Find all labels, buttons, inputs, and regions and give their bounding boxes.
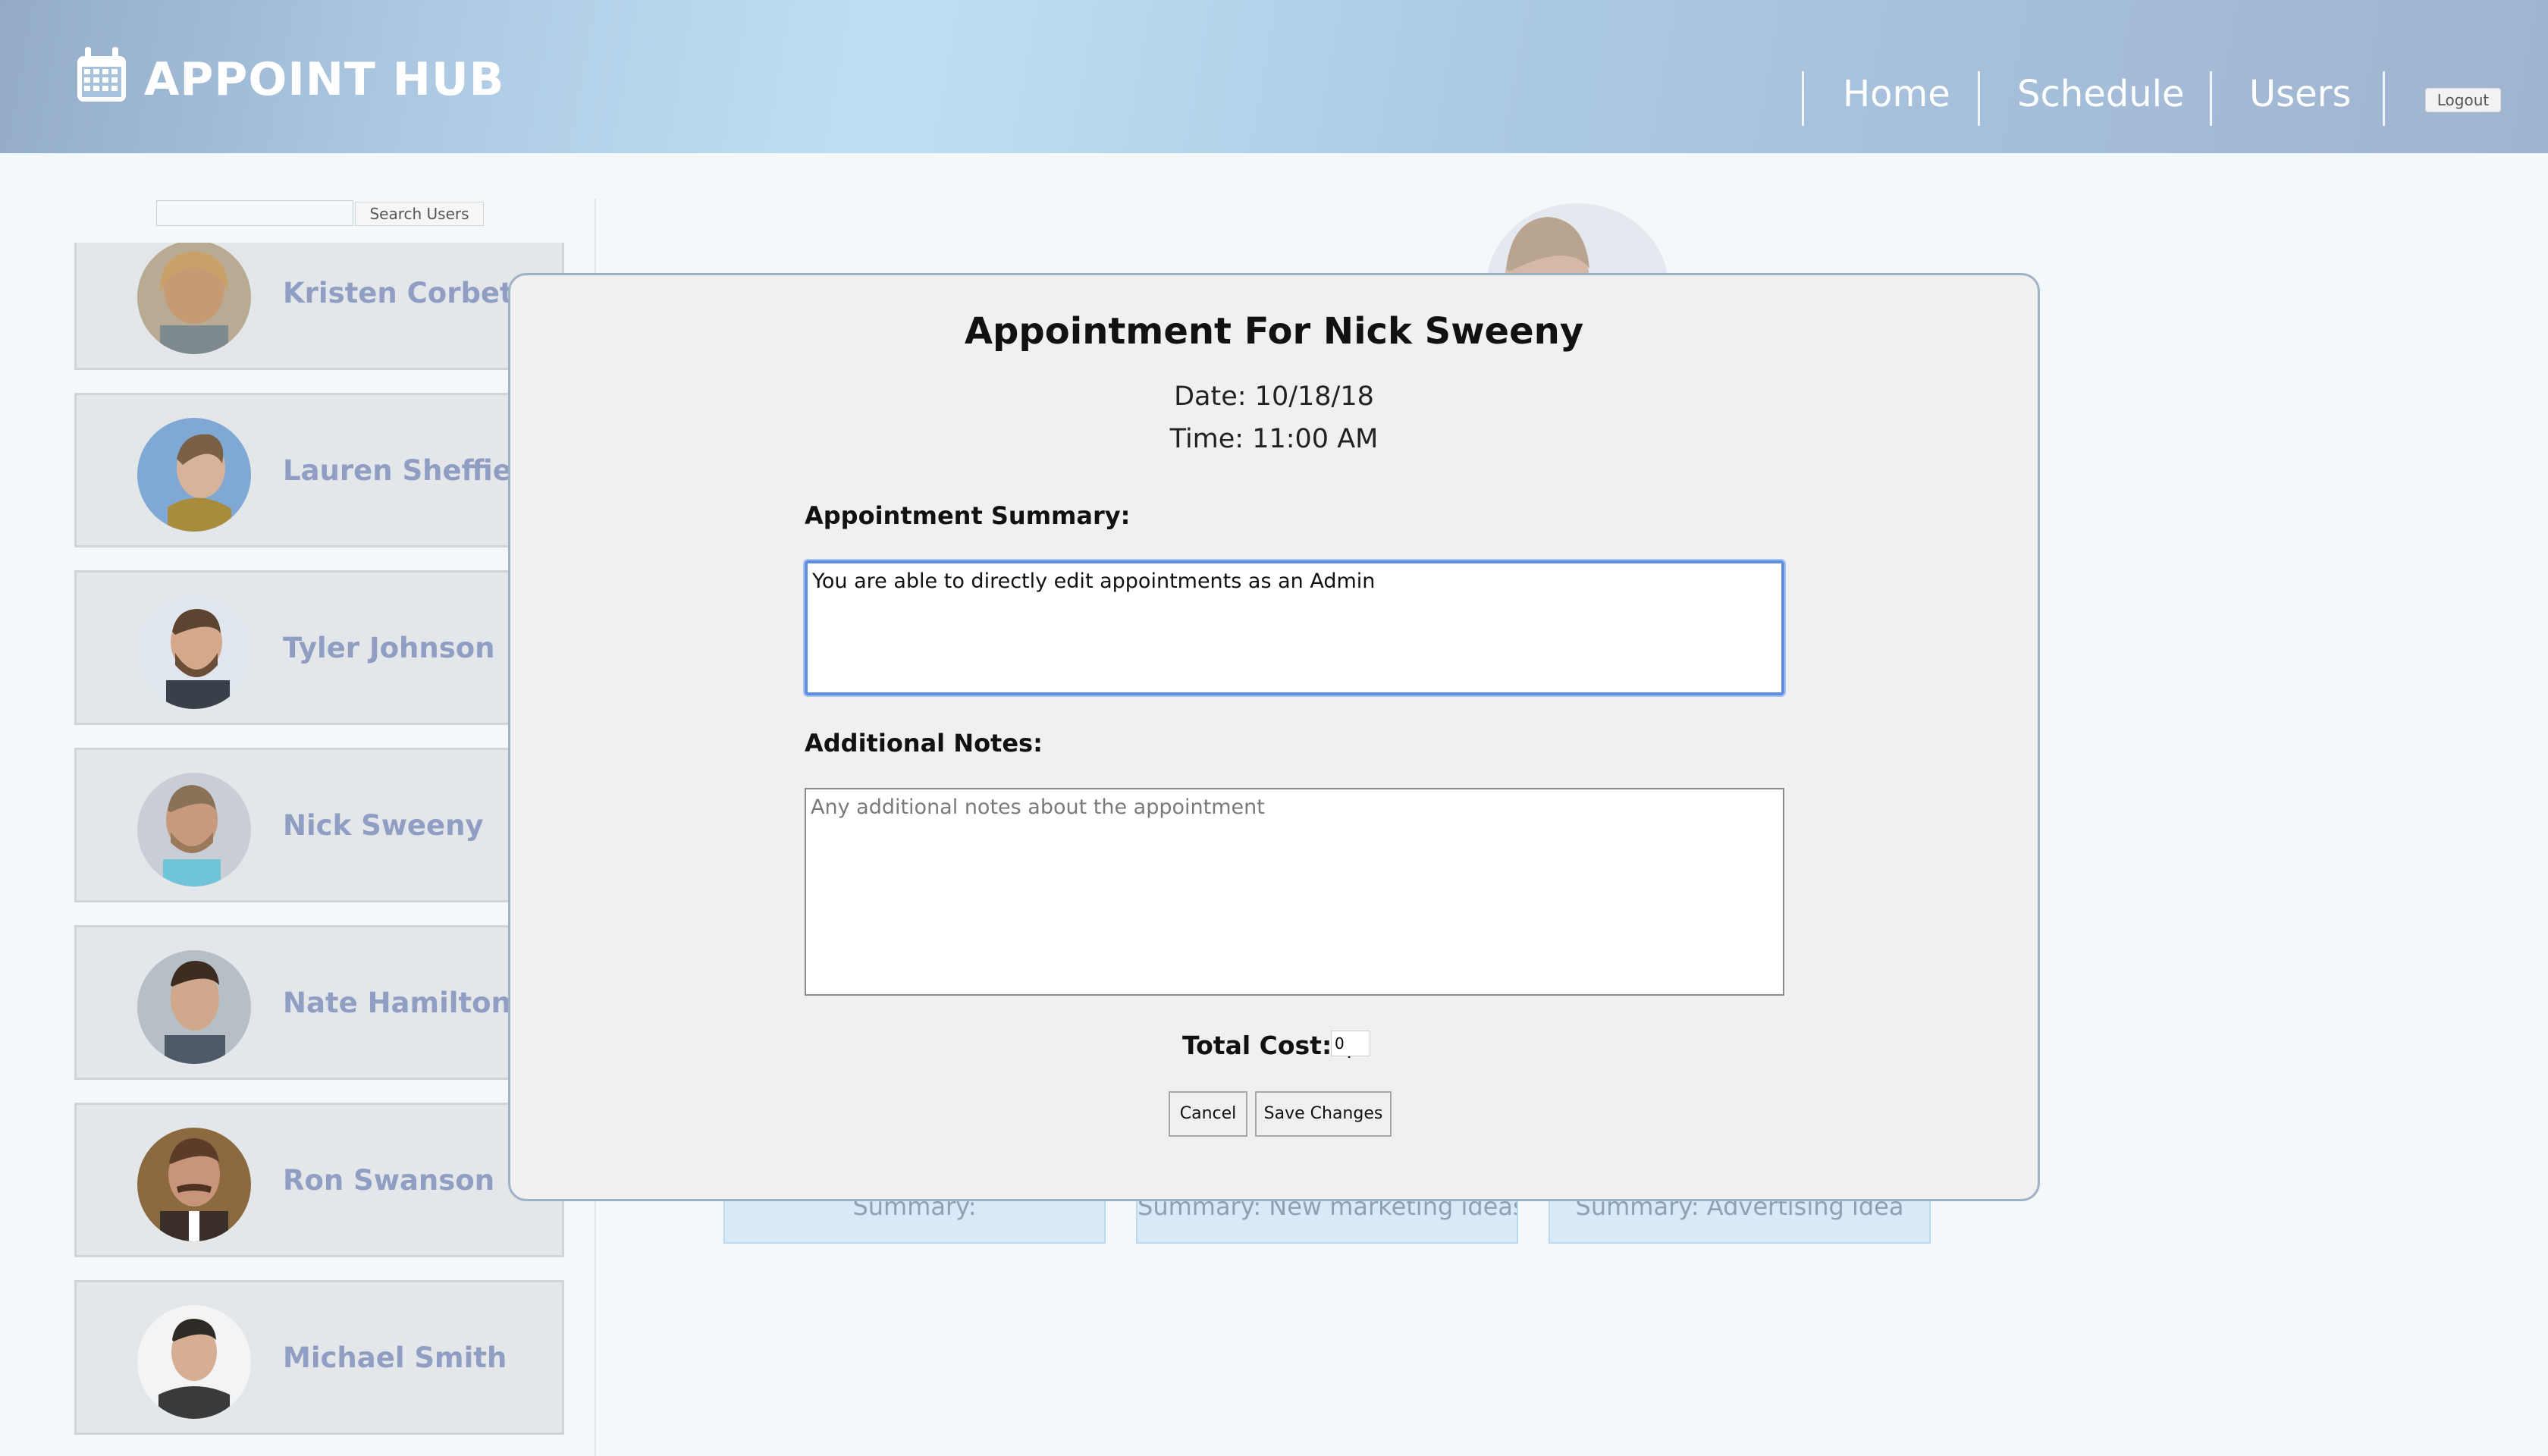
user-card-kristen-corbett[interactable]: Kristen Corbett xyxy=(74,243,564,370)
summary-textarea[interactable]: You are able to directly edit appointmen… xyxy=(803,559,1786,697)
avatar xyxy=(137,595,251,709)
user-name: Tyler Johnson xyxy=(283,632,495,664)
modal-title: Appointment For Nick Sweeny xyxy=(964,310,1584,353)
nav-schedule[interactable]: Schedule xyxy=(2017,73,2185,115)
avatar xyxy=(137,773,251,886)
user-card-tyler-johnson[interactable]: Tyler Johnson xyxy=(74,570,564,725)
user-name: Kristen Corbett xyxy=(283,277,527,309)
nav-divider xyxy=(2210,71,2212,126)
nav-home[interactable]: Home xyxy=(1843,73,1950,115)
user-card-michael-smith[interactable]: Michael Smith xyxy=(74,1280,564,1435)
app-title: APPOINT HUB xyxy=(144,53,505,106)
user-list: Kristen Corbett Lauren Sheffield Tyler J… xyxy=(74,243,566,1456)
save-changes-button[interactable]: Save Changes xyxy=(1255,1091,1392,1137)
user-name: Ron Swanson xyxy=(283,1164,495,1197)
user-name: Lauren Sheffield xyxy=(283,454,542,487)
appointment-date: Date: 10/18/18 xyxy=(1174,381,1374,412)
calendar-icon xyxy=(77,47,126,102)
nav-divider xyxy=(1978,71,1980,126)
avatar xyxy=(137,243,251,354)
avatar xyxy=(137,418,251,532)
appointment-modal: Appointment For Nick Sweeny Date: 10/18/… xyxy=(508,273,2040,1201)
avatar xyxy=(137,1305,251,1419)
logout-button[interactable]: Logout xyxy=(2425,88,2501,112)
user-card-nate-hamilton[interactable]: Nate Hamilton xyxy=(74,925,564,1080)
user-name: Michael Smith xyxy=(283,1341,507,1374)
appointment-time: Time: 11:00 AM xyxy=(1169,424,1379,454)
avatar xyxy=(137,950,251,1064)
user-card-lauren-sheffield[interactable]: Lauren Sheffield xyxy=(74,393,564,548)
nav-users[interactable]: Users xyxy=(2249,73,2351,115)
avatar xyxy=(137,1128,251,1241)
notes-label: Additional Notes: xyxy=(805,729,1043,758)
app-header: APPOINT HUB Home Schedule Users Logout xyxy=(0,0,2548,153)
search-users-input[interactable] xyxy=(156,200,353,226)
summary-label: Appointment Summary: xyxy=(805,501,1131,530)
nav-divider xyxy=(1802,71,1804,126)
user-name: Nick Sweeny xyxy=(283,809,484,842)
notes-textarea[interactable] xyxy=(805,788,1784,996)
search-users-button[interactable]: Search Users xyxy=(355,202,484,226)
user-name: Nate Hamilton xyxy=(283,987,511,1019)
cancel-button[interactable]: Cancel xyxy=(1169,1091,1247,1137)
total-cost-input[interactable] xyxy=(1331,1031,1370,1056)
user-card-nick-sweeny[interactable]: Nick Sweeny xyxy=(74,748,564,902)
nav-divider xyxy=(2383,71,2385,126)
user-card-ron-swanson[interactable]: Ron Swanson xyxy=(74,1103,564,1257)
